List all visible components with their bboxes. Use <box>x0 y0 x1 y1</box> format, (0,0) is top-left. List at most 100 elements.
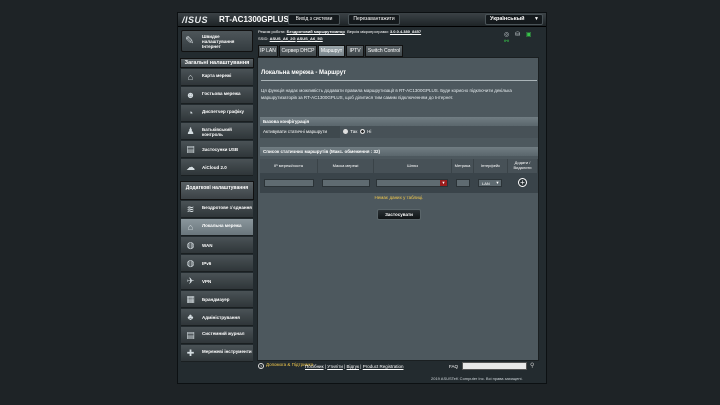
sidebar-item-traffic-manager[interactable]: ◔ Диспетчер графіку <box>181 105 253 122</box>
feedback-link[interactable]: Відгук <box>347 364 360 369</box>
basic-config-header: Базова конфігурація <box>260 117 538 126</box>
wan-globe-icon: ◍ <box>186 240 195 250</box>
ipv6-icon: ◍ <box>186 258 195 268</box>
sidebar-item-vpn[interactable]: ✈ VPN <box>181 273 253 290</box>
sidebar-item-guest-network[interactable]: ☻ Гостьова мережа <box>181 87 253 104</box>
tab-dhcp-server[interactable]: Сервер DHCP <box>279 45 317 57</box>
asus-logo: /ISUS <box>182 15 209 25</box>
sidebar-item-label: WAN <box>202 243 213 248</box>
status-icons: ◎ ⛁ ▣ ⚯ <box>503 32 546 46</box>
wizard-icon: ✎ <box>185 35 195 47</box>
netmask-input[interactable] <box>322 179 370 187</box>
sidebar-item-label: AiCloud 2.0 <box>202 165 227 170</box>
sidebar-item-network-tools[interactable]: ✚ Мережеві інструменти <box>181 345 253 362</box>
sidebar-item-network-map[interactable]: ⌂ Карта мережі <box>181 69 253 86</box>
sidebar-item-usb-apps[interactable]: ▤ Застосунки USB <box>181 141 253 158</box>
chevron-down-icon: ▼ <box>534 16 539 22</box>
static-routes-row: Активувати статичні маршрути Так Ні <box>260 126 538 138</box>
ssid-5g: ASUS_A6_5G <box>296 36 323 41</box>
add-route-button[interactable]: + <box>518 178 527 187</box>
sidebar-item-label: Адміністрування <box>202 315 240 320</box>
cloud-icon: ☁ <box>186 162 195 172</box>
copyright: 2019 ASUSTeK Computer Inc. Всі права зах… <box>431 376 523 381</box>
router-admin-window: /ISUS RT-AC1300GPLUS Вихід з системи Пер… <box>177 12 547 384</box>
metric-input[interactable] <box>456 179 470 187</box>
sidebar-item-system-log[interactable]: ▤ Системний журнал <box>181 327 253 344</box>
sidebar-item-label: IPv6 <box>202 261 212 266</box>
sidebar-item-label: VPN <box>202 279 212 284</box>
network-map-icon: ⌂ <box>187 72 194 82</box>
ssid-label: SSID: <box>258 36 269 41</box>
tab-iptv[interactable]: IPTV <box>346 45 364 57</box>
sidebar-item-label: Гостьова мережа <box>202 91 241 96</box>
wireless-icon: ≋ <box>186 204 195 214</box>
faq-search-input[interactable] <box>462 362 527 370</box>
page-title: Локальна мережа - Маршрут <box>261 70 347 76</box>
sidebar-item-label: Карта мережі <box>202 73 232 78</box>
administration-icon: ♣ <box>187 312 194 322</box>
interface-value: LAN <box>482 181 490 186</box>
apply-button[interactable]: Застосувати <box>377 209 421 220</box>
sidebar-item-label: Застосунки USB <box>202 147 239 152</box>
static-routes-label: Активувати статичні маршрути <box>263 129 328 134</box>
sidebar-item-parental-control[interactable]: ♟ Батьківський контроль <box>181 123 253 140</box>
gateway-input[interactable]: ▼ <box>376 179 448 187</box>
info-bar: Режим роботи: Бездротовий маршрутизатор … <box>258 28 546 46</box>
faq-label: FAQ <box>449 364 459 369</box>
radio-yes-label: Так <box>350 129 358 134</box>
advanced-settings-header: Додаткові налаштування <box>180 181 254 200</box>
column-header: Маска мережі <box>318 159 374 173</box>
vpn-icon: ✈ <box>186 276 195 286</box>
mode-label: Режим роботи: <box>258 29 286 34</box>
firmware-value[interactable]: 3.0.0.4.380_8457 <box>390 29 421 34</box>
utility-link[interactable]: Утиліти <box>327 364 343 369</box>
sidebar-item-label: Бездротове з`єднання <box>202 205 252 210</box>
title-divider <box>261 80 537 81</box>
sidebar-item-label: Брандмауер <box>202 297 230 302</box>
language-select[interactable]: Українськый ▼ <box>485 14 543 25</box>
chevron-down-icon[interactable]: ▼ <box>440 180 447 186</box>
system-log-icon: ▤ <box>186 330 195 340</box>
sidebar-item-label: Локальна мережа <box>202 223 242 228</box>
sidebar-item-lan[interactable]: ⌂ Локальна мережа <box>181 219 253 236</box>
sidebar-item-ipv6[interactable]: ◍ IPv6 <box>181 255 253 272</box>
logout-button[interactable]: Вихід з системи <box>288 14 340 25</box>
reboot-button[interactable]: Перезавантажити <box>348 14 400 25</box>
page-description: Ця функція надає можливість додавати пра… <box>261 88 512 100</box>
radio-no[interactable] <box>359 129 365 135</box>
usb-connected-icon[interactable]: ⚯ <box>503 39 510 46</box>
quick-internet-setup-button[interactable]: ✎ Швидке налаштування Інтернет <box>181 30 253 52</box>
product-registration-link[interactable]: Product Registration <box>363 364 404 369</box>
help-icon: ? <box>258 363 264 369</box>
traffic-manager-icon: ◔ <box>187 108 194 118</box>
no-data-message: Немає даних у таблиці. <box>374 195 424 200</box>
tab-switch-control[interactable]: Switch Control <box>365 45 403 57</box>
interface-select[interactable]: LAN ▼ <box>478 179 502 187</box>
sidebar-item-wan[interactable]: ◍ WAN <box>181 237 253 254</box>
radio-yes[interactable] <box>343 129 348 135</box>
chevron-down-icon: ▼ <box>495 180 500 185</box>
ip-host-input[interactable] <box>264 179 314 187</box>
search-icon[interactable]: ⚲ <box>530 362 539 370</box>
sidebar-item-label: Мережеві інструменти <box>202 349 252 354</box>
sidebar-item-label: Диспетчер графіку <box>202 109 245 114</box>
radio-no-label: Ні <box>367 129 372 134</box>
cpu-status-icon[interactable]: ◎ <box>503 32 510 39</box>
sidebar-item-wireless[interactable]: ≋ Бездротове з`єднання <box>181 201 253 218</box>
manual-link[interactable]: Посібник <box>305 364 324 369</box>
parental-control-icon: ♟ <box>186 126 195 136</box>
column-header: Метрика <box>452 159 474 173</box>
firewall-icon: ▦ <box>186 294 195 304</box>
usb-status-icon[interactable]: ▣ <box>525 32 532 39</box>
sidebar-item-administration[interactable]: ♣ Адміністрування <box>181 309 253 326</box>
tab-route[interactable]: Маршрут <box>318 45 345 57</box>
language-value: Українськый <box>490 16 525 22</box>
network-status-icon[interactable]: ⛁ <box>514 32 521 39</box>
sidebar-item-label: Системний журнал <box>202 331 245 336</box>
sidebar-item-aicloud[interactable]: ☁ AiCloud 2.0 <box>181 159 253 176</box>
tab-ip-lan[interactable]: IP LAN <box>258 45 278 57</box>
mode-value[interactable]: Бездротовий маршрутизатор <box>287 29 345 34</box>
quick-internet-setup-label: Швидке налаштування Інтернет <box>202 34 235 49</box>
sidebar-item-firewall[interactable]: ▦ Брандмауер <box>181 291 253 308</box>
general-settings-header: Загальні налаштування <box>180 58 254 68</box>
